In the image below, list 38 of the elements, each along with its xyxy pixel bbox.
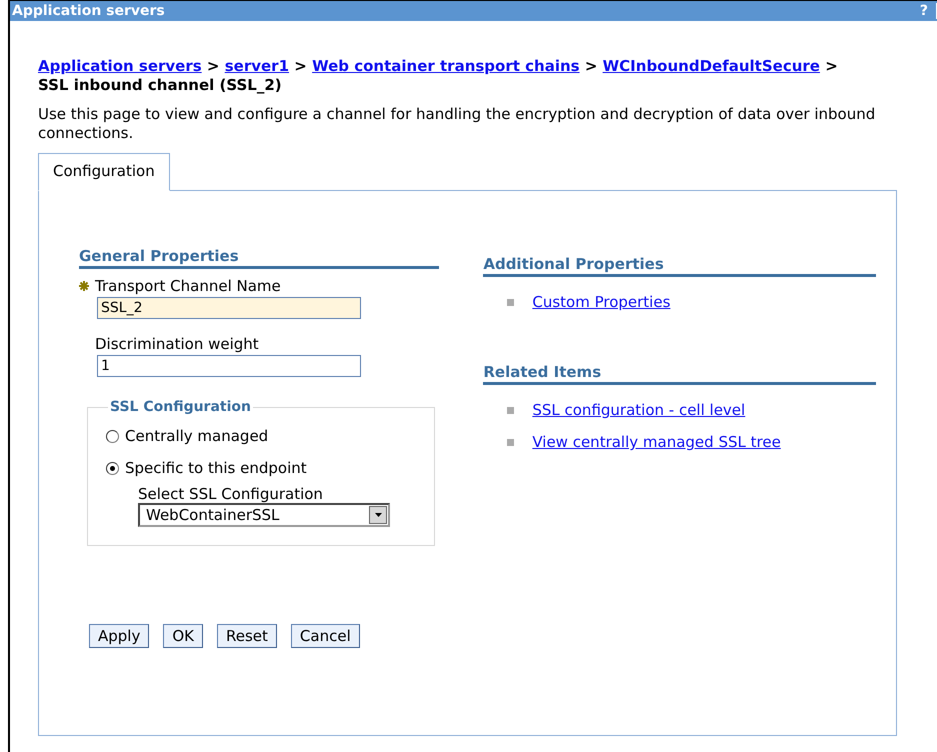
form-button[interactable]: Cancel <box>290 624 360 648</box>
breadcrumb-separator: > <box>294 57 307 75</box>
field-label: Select SSL Configuration <box>138 485 324 503</box>
page-description: Use this page to view and configure a channel for handling the encryption and decryption of data over inbound connections. <box>38 105 876 143</box>
asterisk-icon <box>79 281 89 291</box>
section-heading: Additional Properties <box>483 255 876 277</box>
link[interactable]: SSL configuration - cell level <box>532 401 746 419</box>
select-field[interactable]: WebContainerSSL <box>138 503 390 527</box>
form-button[interactable]: Apply <box>89 624 150 648</box>
field-label: Transport Channel Name <box>95 277 281 295</box>
radio-label: Centrally managed <box>125 427 268 445</box>
breadcrumb-link[interactable]: WCInboundDefaultSecure <box>602 57 820 75</box>
bullet-icon <box>507 438 514 446</box>
breadcrumb-link[interactable]: Web container transport chains <box>312 57 580 75</box>
breadcrumb-separator: > <box>825 57 838 75</box>
form-button[interactable]: Reset <box>217 624 277 648</box>
bullet-icon <box>507 406 514 414</box>
breadcrumb-separator: > <box>206 57 220 75</box>
caret-icon <box>374 513 382 517</box>
bullet-icon <box>507 298 514 306</box>
fieldset-legend: SSL Configuration <box>108 399 253 415</box>
section-heading: General Properties <box>79 247 440 269</box>
form-button[interactable]: OK <box>163 624 204 648</box>
window-title: Application servers <box>11 3 165 19</box>
field-label: Discrimination weight <box>95 335 259 353</box>
radio-label: Specific to this endpoint <box>125 459 307 477</box>
input-field[interactable]: 1 <box>97 355 361 377</box>
section-heading: Related Items <box>483 363 876 385</box>
link[interactable]: Custom Properties <box>532 293 670 311</box>
breadcrumb-link[interactable]: server1 <box>224 57 290 75</box>
radio-button[interactable] <box>106 462 119 474</box>
breadcrumb-link[interactable]: Application servers <box>38 57 202 75</box>
breadcrumb-separator: > <box>584 57 598 75</box>
tab[interactable]: Configuration <box>38 153 170 191</box>
breadcrumb-current: SSL inbound channel (SSL_2) <box>38 76 283 95</box>
radio-button[interactable] <box>106 430 119 442</box>
input-field[interactable]: SSL_2 <box>97 297 361 319</box>
link[interactable]: View centrally managed SSL tree <box>532 433 781 451</box>
